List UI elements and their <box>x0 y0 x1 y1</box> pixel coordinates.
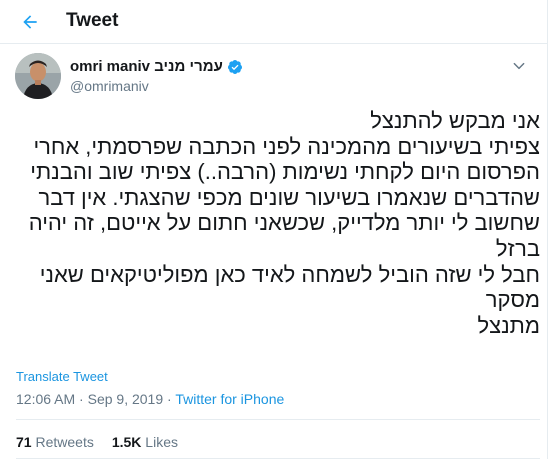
chevron-down-icon <box>513 62 525 70</box>
tweet-text: אני מבקש להתנצל צפיתי בשיעורים מהמכינה ל… <box>28 108 540 338</box>
tweet-time[interactable]: 12:06 AM <box>16 391 75 407</box>
likes-stat[interactable]: 1.5K Likes <box>112 434 178 450</box>
tweet-page: Tweet omri maniv עמרי מניב @omrimaniv אנ… <box>0 0 548 459</box>
tweet-stats: 71 Retweets 1.5K Likes <box>16 434 178 450</box>
verified-badge-icon <box>227 59 242 74</box>
likes-count: 1.5K <box>111 434 142 450</box>
likes-label: Likes <box>145 434 178 450</box>
translate-tweet-link[interactable]: Translate Tweet <box>16 369 108 384</box>
page-header: Tweet <box>0 0 548 44</box>
tweet-menu-button[interactable] <box>507 56 531 76</box>
meta-separator: · <box>79 391 84 407</box>
author-display-name[interactable]: omri maniv עמרי מניב <box>70 58 223 75</box>
page-title: Tweet <box>66 10 119 31</box>
avatar[interactable] <box>15 53 61 99</box>
author-name-row[interactable]: omri maniv עמרי מניב <box>70 58 243 75</box>
author-handle[interactable]: @omrimaniv <box>70 78 149 94</box>
tweet-meta: 12:06 AM · Sep 9, 2019 · Twitter for iPh… <box>16 391 284 407</box>
tweet-source-link[interactable]: Twitter for iPhone <box>175 391 284 407</box>
avatar-image <box>15 53 61 99</box>
retweets-count: 71 <box>16 434 32 450</box>
retweets-label: Retweets <box>35 434 94 450</box>
tweet-date[interactable]: Sep 9, 2019 <box>88 391 164 407</box>
arrow-left-icon <box>23 15 37 29</box>
divider <box>16 419 540 420</box>
meta-separator: · <box>167 391 172 407</box>
back-button[interactable] <box>14 6 46 38</box>
retweets-stat[interactable]: 71 Retweets <box>16 434 94 450</box>
